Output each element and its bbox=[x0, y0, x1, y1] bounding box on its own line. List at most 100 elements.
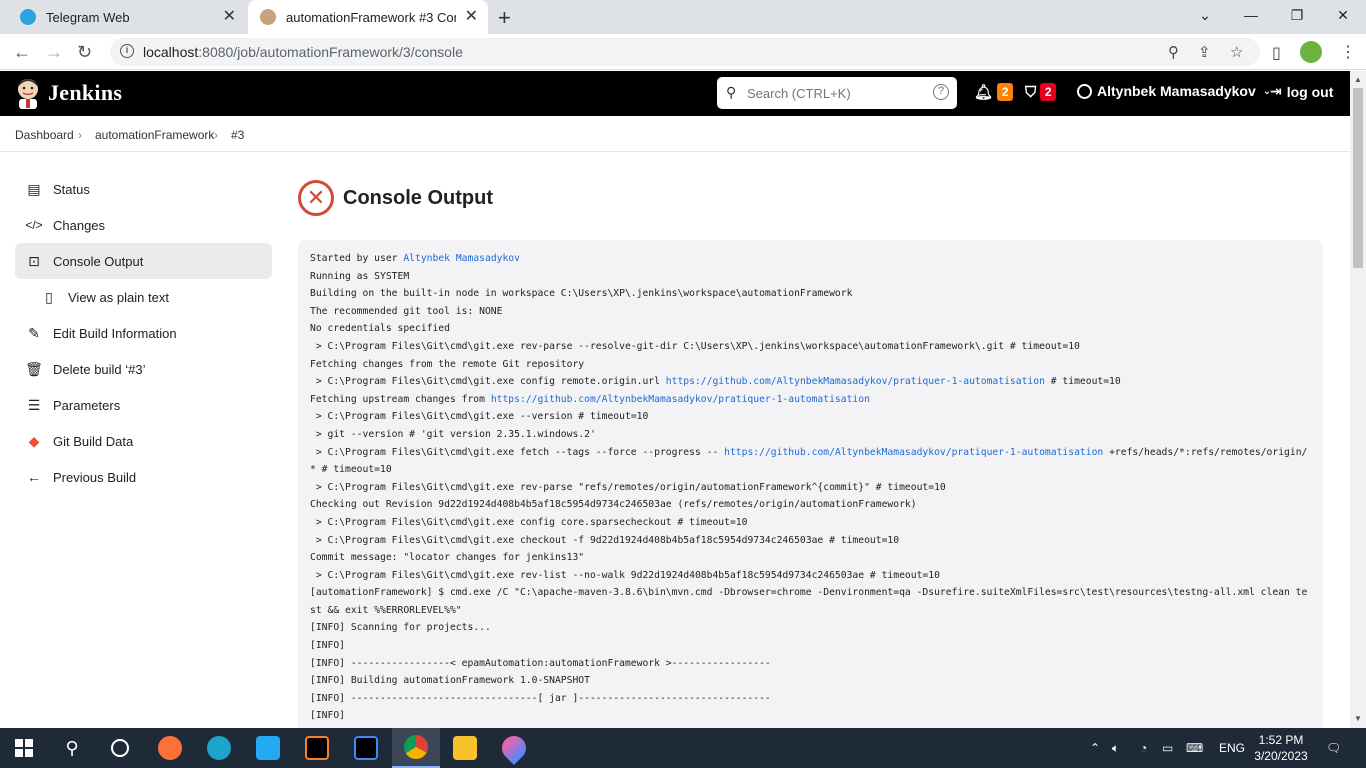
tab-telegram[interactable]: Telegram Web ✕ bbox=[10, 0, 246, 34]
close-tab-icon[interactable]: ✕ bbox=[223, 9, 236, 25]
page-scrollbar[interactable]: ▲ ▼ bbox=[1350, 71, 1366, 728]
share-icon[interactable]: ⇪ bbox=[1198, 43, 1211, 61]
security-badge: 2 bbox=[1040, 83, 1057, 101]
intellij-icon[interactable] bbox=[293, 728, 341, 768]
back-icon[interactable]: ← bbox=[13, 42, 31, 62]
close-tab-icon[interactable]: ✕ bbox=[465, 9, 478, 25]
arrow-left-icon: ← bbox=[27, 469, 41, 485]
console-line: Building on the built-in node in workspa… bbox=[310, 288, 853, 300]
repo-link[interactable]: https://github.com/AltynbekMamasadykov/p… bbox=[724, 447, 1103, 458]
console-line: > git --version # 'git version 2.35.1.wi… bbox=[310, 428, 596, 440]
repo-link[interactable]: https://github.com/AltynbekMamasadykov/p… bbox=[666, 376, 1045, 387]
user-link[interactable]: Altynbek Mamasadykov bbox=[403, 253, 520, 264]
sidebar-item-label: Previous Build bbox=[53, 469, 137, 485]
page-title: Console Output bbox=[343, 186, 493, 209]
page-header: ✕ Console Output bbox=[298, 180, 493, 216]
notification-center-icon[interactable]: 🗨︎ bbox=[1326, 728, 1341, 768]
close-window-icon[interactable]: ✕ bbox=[1320, 0, 1366, 30]
console-output: Started by user Altynbek Mamasadykov Run… bbox=[298, 240, 1323, 728]
console-line: [INFO] -----------------< epamAutomation… bbox=[310, 657, 771, 669]
clock[interactable]: 1:52 PM 3/20/2023 bbox=[1248, 732, 1314, 764]
sidebar-item-edit-build-info[interactable]: ✎ Edit Build Information bbox=[15, 315, 272, 351]
taskview-icon[interactable] bbox=[96, 728, 144, 768]
address-bar[interactable]: i localhost:8080/job/automationFramework… bbox=[110, 38, 1260, 66]
breadcrumb-job[interactable]: automationFramework bbox=[95, 128, 214, 142]
console-line: > C:\Program Files\Git\cmd\git.exe --ver… bbox=[310, 411, 649, 423]
site-info-icon[interactable]: i bbox=[120, 44, 134, 58]
sidebar-item-git-build-data[interactable]: ◆ Git Build Data bbox=[15, 423, 272, 459]
repo-link[interactable]: https://github.com/AltynbekMamasadykov/p… bbox=[491, 394, 870, 405]
reload-icon[interactable]: ↻ bbox=[77, 42, 92, 62]
chrome-icon[interactable] bbox=[392, 728, 440, 768]
url-text[interactable]: localhost:8080/job/automationFramework/3… bbox=[143, 44, 463, 60]
keyboard-icon[interactable]: ⌨ bbox=[1186, 728, 1203, 768]
browser-menu-icon[interactable]: ⋮ bbox=[1340, 42, 1356, 62]
scroll-up-icon[interactable]: ▲ bbox=[1354, 75, 1362, 84]
explorer-icon[interactable] bbox=[441, 728, 489, 768]
jenkins-favicon bbox=[260, 9, 276, 25]
breadcrumb-dashboard[interactable]: Dashboard bbox=[15, 128, 74, 142]
extension-spring-icon[interactable] bbox=[1300, 41, 1322, 63]
scrollbar-thumb[interactable] bbox=[1353, 88, 1363, 268]
vscode-icon[interactable] bbox=[244, 728, 292, 768]
clock-time: 1:52 PM bbox=[1258, 733, 1304, 747]
search-box[interactable]: ⚲ ? bbox=[717, 77, 957, 109]
network-icon[interactable]: ◔ bbox=[1140, 728, 1147, 768]
language-indicator[interactable]: ENG bbox=[1219, 728, 1245, 768]
search-icon[interactable]: ⚲ bbox=[48, 728, 96, 768]
minimize-icon[interactable]: — bbox=[1228, 0, 1274, 30]
search-input[interactable] bbox=[747, 83, 917, 103]
app-icon[interactable] bbox=[490, 728, 538, 768]
document-icon: ▤ bbox=[27, 181, 41, 197]
breadcrumb-build[interactable]: #3 bbox=[231, 128, 244, 142]
user-name: Altynbek Mamasadykov bbox=[1097, 83, 1256, 99]
jenkins-title[interactable]: Jenkins bbox=[48, 80, 122, 106]
firefox-icon[interactable] bbox=[146, 728, 194, 768]
sliders-icon: ☰ bbox=[27, 397, 41, 413]
intellij-icon[interactable] bbox=[342, 728, 390, 768]
user-menu[interactable]: Altynbek Mamasadykov ⌄ bbox=[1077, 83, 1271, 99]
battery-icon[interactable]: ▭ bbox=[1162, 728, 1173, 768]
logout-link[interactable]: ⇥ log out bbox=[1270, 83, 1333, 100]
console-line: [INFO] bbox=[310, 710, 345, 722]
console-line: [INFO] --------------------------------[… bbox=[310, 692, 771, 704]
tab-jenkins-console[interactable]: automationFramework #3 Console ✕ bbox=[248, 0, 488, 34]
side-panel: ▤ Status </> Changes ⊡ Console Output ▯ … bbox=[15, 171, 272, 495]
side-panel-icon[interactable]: ▯ bbox=[1272, 43, 1281, 63]
help-icon[interactable]: ? bbox=[933, 84, 949, 100]
sidebar-item-parameters[interactable]: ☰ Parameters bbox=[15, 387, 272, 423]
sidebar-item-label: View as plain text bbox=[68, 289, 169, 305]
sidebar-item-label: Parameters bbox=[53, 397, 121, 413]
console-line: > C:\Program Files\Git\cmd\git.exe check… bbox=[310, 534, 900, 546]
chevron-right-icon: › bbox=[214, 128, 218, 142]
bell-icon: 🔔︎ bbox=[974, 84, 994, 101]
bookmark-star-icon[interactable]: ☆ bbox=[1230, 43, 1243, 61]
console-line: > C:\Program Files\Git\cmd\git.exe confi… bbox=[310, 376, 1121, 388]
tab-search-icon[interactable]: ⌄ bbox=[1182, 0, 1228, 30]
new-tab-icon[interactable]: + bbox=[498, 5, 511, 31]
logout-icon: ⇥ bbox=[1270, 83, 1282, 99]
scroll-down-icon[interactable]: ▼ bbox=[1354, 714, 1362, 723]
windows-taskbar: ⚲ ⌃ 🔈︎ ◔ ▭ ⌨ ENG 1:52 PM 3/20/2023 🗨︎ bbox=[0, 728, 1366, 768]
zoom-search-icon[interactable]: ⚲ bbox=[1168, 43, 1179, 61]
console-line: Fetching changes from the remote Git rep… bbox=[310, 358, 585, 370]
forward-icon[interactable]: → bbox=[45, 42, 63, 62]
start-icon[interactable] bbox=[0, 728, 48, 768]
restore-icon[interactable]: ❐ bbox=[1274, 0, 1320, 30]
sidebar-item-delete-build[interactable]: 🗑︎ Delete build ‘#3’ bbox=[15, 351, 272, 387]
sidebar-item-changes[interactable]: </> Changes bbox=[15, 207, 272, 243]
security-button[interactable]: ⛉ 2 bbox=[1025, 83, 1057, 101]
sidebar-item-status[interactable]: ▤ Status bbox=[15, 171, 272, 207]
tray-chevron-icon[interactable]: ⌃ bbox=[1090, 728, 1100, 768]
console-line: > C:\Program Files\Git\cmd\git.exe rev-p… bbox=[310, 481, 946, 493]
edge-icon[interactable] bbox=[195, 728, 243, 768]
notifications-button[interactable]: 🔔︎ 2 bbox=[974, 83, 1014, 101]
volume-icon[interactable]: 🔈︎ bbox=[1112, 728, 1119, 768]
sidebar-item-console-output[interactable]: ⊡ Console Output bbox=[15, 243, 272, 279]
browser-toolbar: ← → ↻ i localhost:8080/job/automationFra… bbox=[0, 34, 1366, 70]
jenkins-logo-icon[interactable] bbox=[14, 77, 42, 109]
sidebar-item-previous-build[interactable]: ← Previous Build bbox=[15, 459, 272, 495]
console-line: > C:\Program Files\Git\cmd\git.exe rev-l… bbox=[310, 569, 940, 581]
search-icon: ⚲ bbox=[726, 84, 737, 100]
sidebar-item-plain-text[interactable]: ▯ View as plain text bbox=[15, 279, 272, 315]
